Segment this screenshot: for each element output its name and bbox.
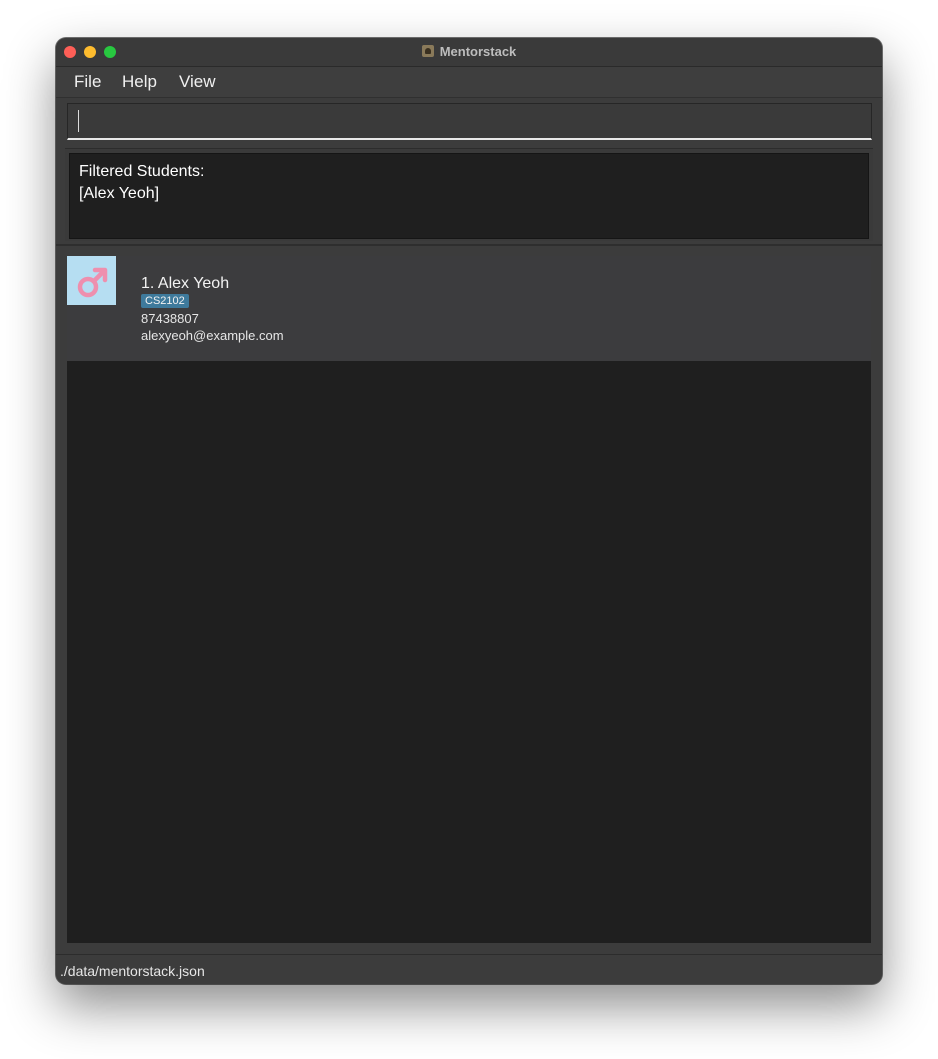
save-file-path: ./data/mentorstack.json bbox=[60, 963, 205, 979]
student-phone: 87438807 bbox=[141, 311, 199, 326]
student-name: 1. Alex Yeoh bbox=[141, 275, 230, 292]
app-icon bbox=[421, 45, 434, 57]
menu-help[interactable]: Help bbox=[122, 72, 157, 92]
result-line-1: Filtered Students: bbox=[79, 163, 205, 180]
app-window: Mentorstack File Help View Filtered Stud… bbox=[56, 38, 882, 984]
result-line-2: [Alex Yeoh] bbox=[79, 185, 160, 202]
title-bar[interactable]: Mentorstack bbox=[56, 38, 882, 67]
result-display[interactable]: Filtered Students: [Alex Yeoh] bbox=[69, 153, 869, 239]
status-bar: ./data/mentorstack.json bbox=[56, 954, 882, 984]
student-email: alexyeoh@example.com bbox=[141, 328, 284, 343]
split-divider[interactable] bbox=[56, 244, 882, 246]
command-input[interactable] bbox=[67, 103, 872, 140]
student-list[interactable]: 1. Alex Yeoh CS2102 87438807 alexyeoh@ex… bbox=[67, 256, 871, 943]
menu-bar: File Help View bbox=[56, 67, 882, 98]
menu-file[interactable]: File bbox=[74, 72, 101, 92]
window-title: Mentorstack bbox=[439, 44, 517, 59]
result-text: Filtered Students: [Alex Yeoh] bbox=[79, 161, 204, 205]
male-gender-icon bbox=[67, 256, 116, 305]
module-tag: CS2102 bbox=[141, 294, 189, 308]
menu-view[interactable]: View bbox=[179, 72, 216, 92]
text-caret bbox=[78, 110, 79, 132]
window-title-group: Mentorstack bbox=[56, 44, 882, 59]
result-display-panel: Filtered Students: [Alex Yeoh] bbox=[65, 148, 873, 241]
student-card[interactable]: 1. Alex Yeoh CS2102 87438807 alexyeoh@ex… bbox=[67, 256, 871, 361]
